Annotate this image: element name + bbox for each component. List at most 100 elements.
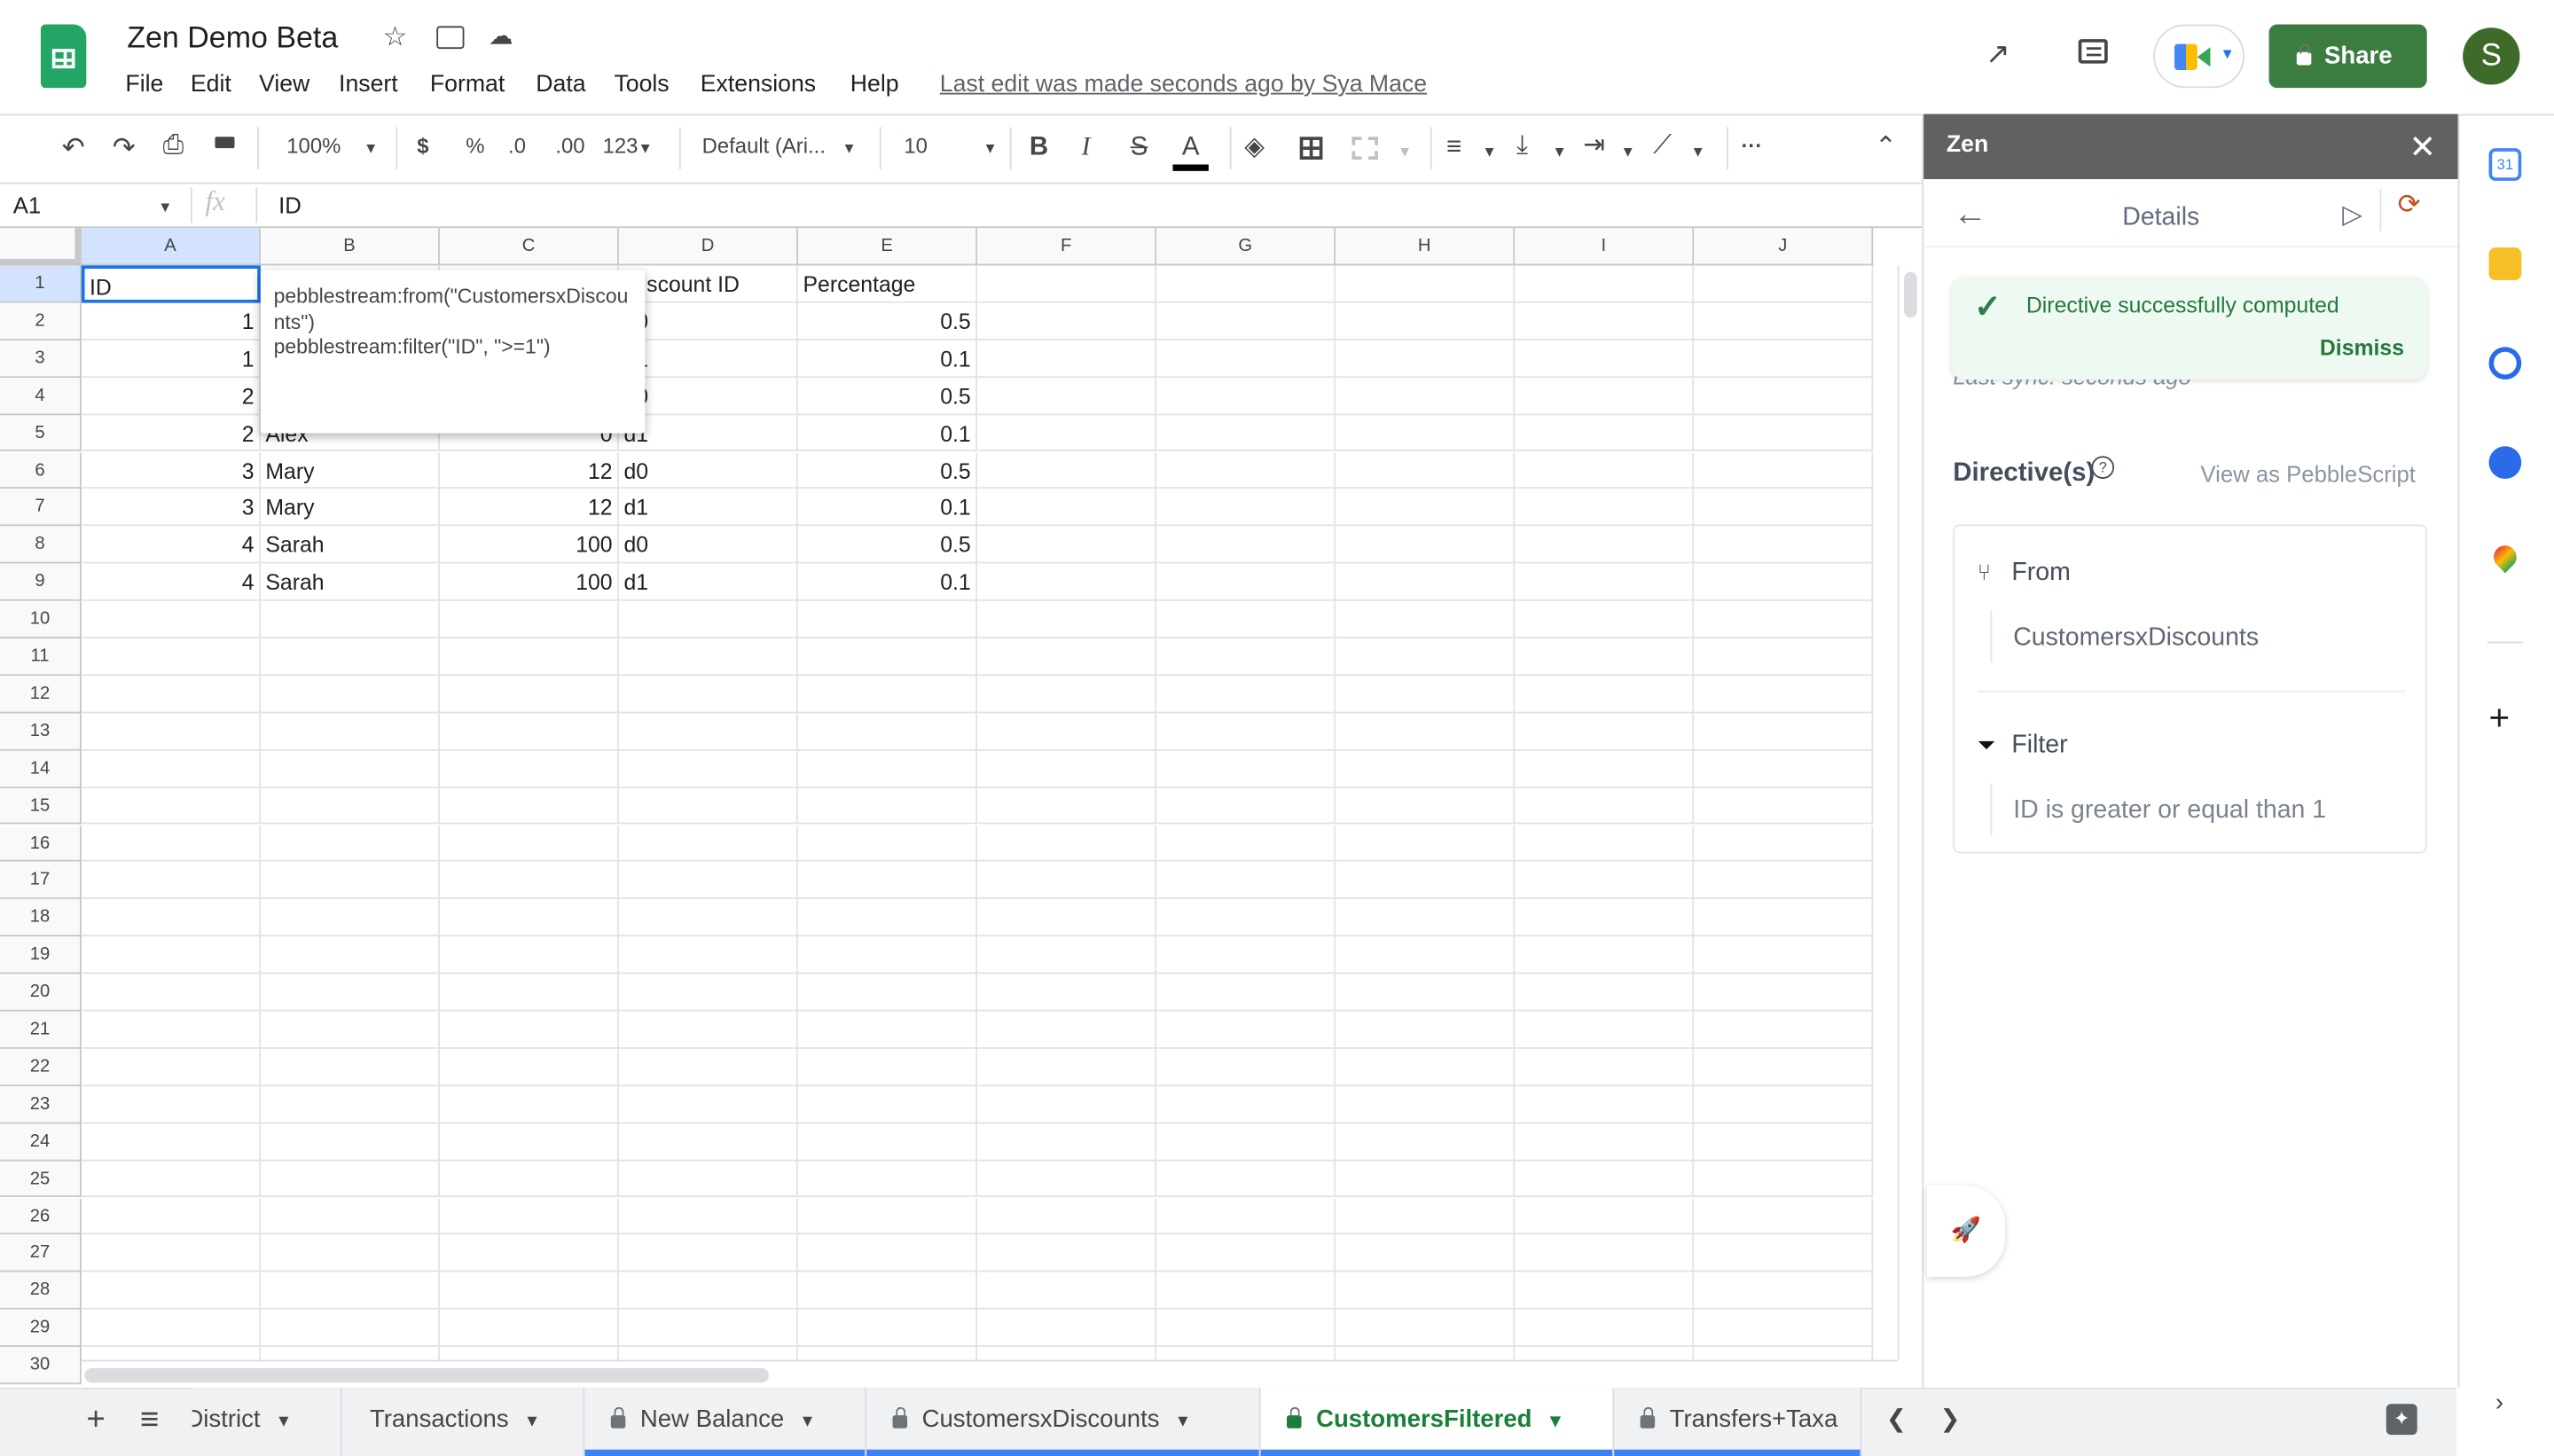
cell-h10[interactable]: [1336, 600, 1516, 638]
sheet-tab-transactions[interactable]: Transactions ▾: [341, 1387, 585, 1456]
cell-f13[interactable]: [977, 713, 1157, 751]
cell-b16[interactable]: [260, 825, 440, 863]
vertical-scrollbar[interactable]: [1897, 265, 1924, 1360]
cell-e6[interactable]: 0.5: [797, 451, 978, 489]
cell-b25[interactable]: [260, 1160, 440, 1198]
cell-i1[interactable]: [1515, 265, 1695, 303]
cell-f1[interactable]: [977, 265, 1157, 303]
cell-e9[interactable]: 0.1: [797, 563, 978, 601]
share-button[interactable]: Share: [2268, 24, 2427, 89]
cell-c29[interactable]: [439, 1310, 619, 1348]
cell-b19[interactable]: [260, 936, 440, 975]
cell-i4[interactable]: [1515, 377, 1695, 415]
cell-c13[interactable]: [439, 713, 619, 751]
row-header[interactable]: 8: [0, 526, 82, 564]
cell-b10[interactable]: [260, 600, 440, 638]
cell-g12[interactable]: [1156, 676, 1336, 714]
cell-i7[interactable]: [1515, 489, 1695, 527]
cell-j15[interactable]: [1694, 787, 1874, 826]
cell-h25[interactable]: [1336, 1160, 1516, 1198]
collapse-menus-icon[interactable]: ⌃: [1875, 135, 1897, 160]
cell-b20[interactable]: [260, 974, 440, 1012]
cell-j1[interactable]: [1694, 265, 1874, 303]
cell-b29[interactable]: [260, 1310, 440, 1348]
cell-d21[interactable]: [618, 1011, 798, 1049]
cell-e3[interactable]: 0.1: [797, 340, 978, 378]
cell-a12[interactable]: [81, 676, 261, 714]
scroll-tabs-right-icon[interactable]: ❯: [1940, 1407, 1961, 1432]
column-header-a[interactable]: A: [81, 228, 261, 266]
cell-j4[interactable]: [1694, 377, 1874, 415]
sheet-tab-customersxdiscounts[interactable]: CustomersxDiscounts ▾: [866, 1387, 1261, 1456]
cell-g19[interactable]: [1156, 936, 1336, 975]
cell-b17[interactable]: [260, 862, 440, 900]
cell-f22[interactable]: [977, 1048, 1157, 1086]
cell-h1[interactable]: [1336, 265, 1516, 303]
cell-f21[interactable]: [977, 1011, 1157, 1049]
cell-j26[interactable]: [1694, 1197, 1874, 1235]
cell-a16[interactable]: [81, 825, 261, 863]
cell-j24[interactable]: [1694, 1123, 1874, 1161]
sheet-tab-customersfiltered[interactable]: CustomersFiltered ▾: [1260, 1387, 1615, 1456]
cell-i19[interactable]: [1515, 936, 1695, 975]
cell-h26[interactable]: [1336, 1197, 1516, 1235]
cell-d11[interactable]: [618, 638, 798, 677]
cell-g17[interactable]: [1156, 862, 1336, 900]
cell-g21[interactable]: [1156, 1011, 1336, 1049]
cell-f25[interactable]: [977, 1160, 1157, 1198]
text-rotation-icon[interactable]: ⟋: [1653, 133, 1672, 160]
move-folder-icon[interactable]: [436, 26, 465, 50]
cell-e2[interactable]: 0.5: [797, 302, 978, 341]
cell-e27[interactable]: [797, 1234, 978, 1273]
cell-i10[interactable]: [1515, 600, 1695, 638]
cell-h27[interactable]: [1336, 1234, 1516, 1273]
cell-b9[interactable]: Sarah: [260, 563, 440, 601]
cell-j20[interactable]: [1694, 974, 1874, 1012]
chevron-down-icon[interactable]: ▾: [1545, 1409, 1560, 1432]
cell-c12[interactable]: [439, 676, 619, 714]
menu-tools[interactable]: Tools: [614, 72, 669, 98]
cell-d7[interactable]: d1: [618, 489, 798, 527]
cell-h15[interactable]: [1336, 787, 1516, 826]
cell-i27[interactable]: [1515, 1234, 1695, 1273]
add-sheet-icon[interactable]: +: [86, 1404, 105, 1436]
cell-j9[interactable]: [1694, 563, 1874, 601]
cell-h7[interactable]: [1336, 489, 1516, 527]
cell-e22[interactable]: [797, 1048, 978, 1086]
cell-i11[interactable]: [1515, 638, 1695, 677]
name-box[interactable]: A1 ▼: [0, 184, 179, 227]
cell-d3[interactable]: d1: [618, 340, 798, 378]
menu-help[interactable]: Help: [850, 72, 899, 98]
cell-j17[interactable]: [1694, 862, 1874, 900]
cell-a23[interactable]: [81, 1085, 261, 1123]
keep-icon[interactable]: [2488, 247, 2522, 280]
sheet-tab-district[interactable]: District ▾: [192, 1387, 342, 1456]
cell-a14[interactable]: [81, 750, 261, 788]
row-header[interactable]: 20: [0, 974, 82, 1012]
cell-g4[interactable]: [1156, 377, 1336, 415]
row-header[interactable]: 11: [0, 638, 82, 677]
cell-g10[interactable]: [1156, 600, 1336, 638]
cell-h8[interactable]: [1336, 526, 1516, 564]
cell-b18[interactable]: [260, 899, 440, 937]
cell-a7[interactable]: 3: [81, 489, 261, 527]
chevron-down-icon[interactable]: ▾: [797, 1409, 812, 1432]
cell-d19[interactable]: [618, 936, 798, 975]
calendar-icon[interactable]: 31: [2488, 148, 2522, 181]
cell-b26[interactable]: [260, 1197, 440, 1235]
cell-d1[interactable]: scount ID: [618, 265, 798, 303]
cell-g28[interactable]: [1156, 1272, 1336, 1311]
cell-b7[interactable]: Mary: [260, 489, 440, 527]
cell-i25[interactable]: [1515, 1160, 1695, 1198]
cell-e5[interactable]: 0.1: [797, 414, 978, 452]
menu-format[interactable]: Format: [430, 72, 505, 98]
cell-c8[interactable]: 100: [439, 526, 619, 564]
row-header[interactable]: 23: [0, 1085, 82, 1123]
cell-i17[interactable]: [1515, 862, 1695, 900]
cell-g7[interactable]: [1156, 489, 1336, 527]
cell-f2[interactable]: [977, 302, 1157, 341]
column-header-j[interactable]: J: [1694, 228, 1874, 266]
star-icon[interactable]: ☆: [383, 23, 408, 51]
vertical-align-icon[interactable]: ⤓: [1516, 133, 1528, 160]
cell-a19[interactable]: [81, 936, 261, 975]
